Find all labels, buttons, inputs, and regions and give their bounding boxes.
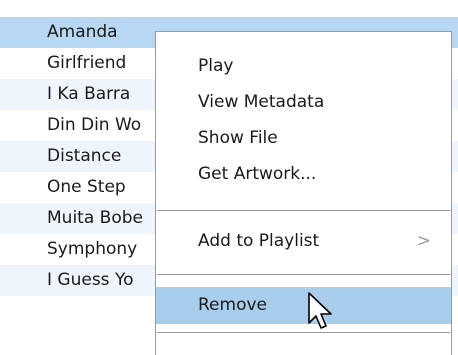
track-title: I Guess Yo xyxy=(47,270,134,290)
track-title: Din Din Wo xyxy=(47,115,142,135)
menu-item-label: Play xyxy=(198,56,234,76)
menu-item-get-artwork[interactable]: Get Artwork... xyxy=(156,161,451,187)
track-title: Girlfriend xyxy=(47,53,127,73)
context-menu: Play View Metadata Show File Get Artwork… xyxy=(155,31,452,355)
menu-item-remove[interactable]: Remove xyxy=(156,287,451,324)
menu-separator xyxy=(157,210,450,211)
track-title: One Step xyxy=(47,177,126,197)
menu-item-label: Show File xyxy=(198,128,278,148)
menu-item-label: View Metadata xyxy=(198,92,325,112)
menu-separator xyxy=(157,274,450,275)
arrow-cursor-icon xyxy=(308,292,332,329)
track-title: I Ka Barra xyxy=(47,84,131,104)
menu-item-play[interactable]: Play xyxy=(156,53,451,79)
menu-separator xyxy=(157,332,450,333)
menu-item-label: Remove xyxy=(198,295,267,315)
chevron-right-icon: > xyxy=(416,231,431,251)
menu-item-add-to-playlist[interactable]: Add to Playlist > xyxy=(156,228,451,254)
track-title: Distance xyxy=(47,146,122,166)
menu-item-show-file[interactable]: Show File xyxy=(156,125,451,151)
menu-item-label: Add to Playlist xyxy=(198,231,320,251)
track-title: Amanda xyxy=(47,22,118,42)
menu-item-label: Get Artwork... xyxy=(198,164,317,184)
track-title: Muita Bobe xyxy=(47,208,143,228)
menu-item-view-metadata[interactable]: View Metadata xyxy=(156,89,451,115)
track-title: Symphony xyxy=(47,239,138,259)
